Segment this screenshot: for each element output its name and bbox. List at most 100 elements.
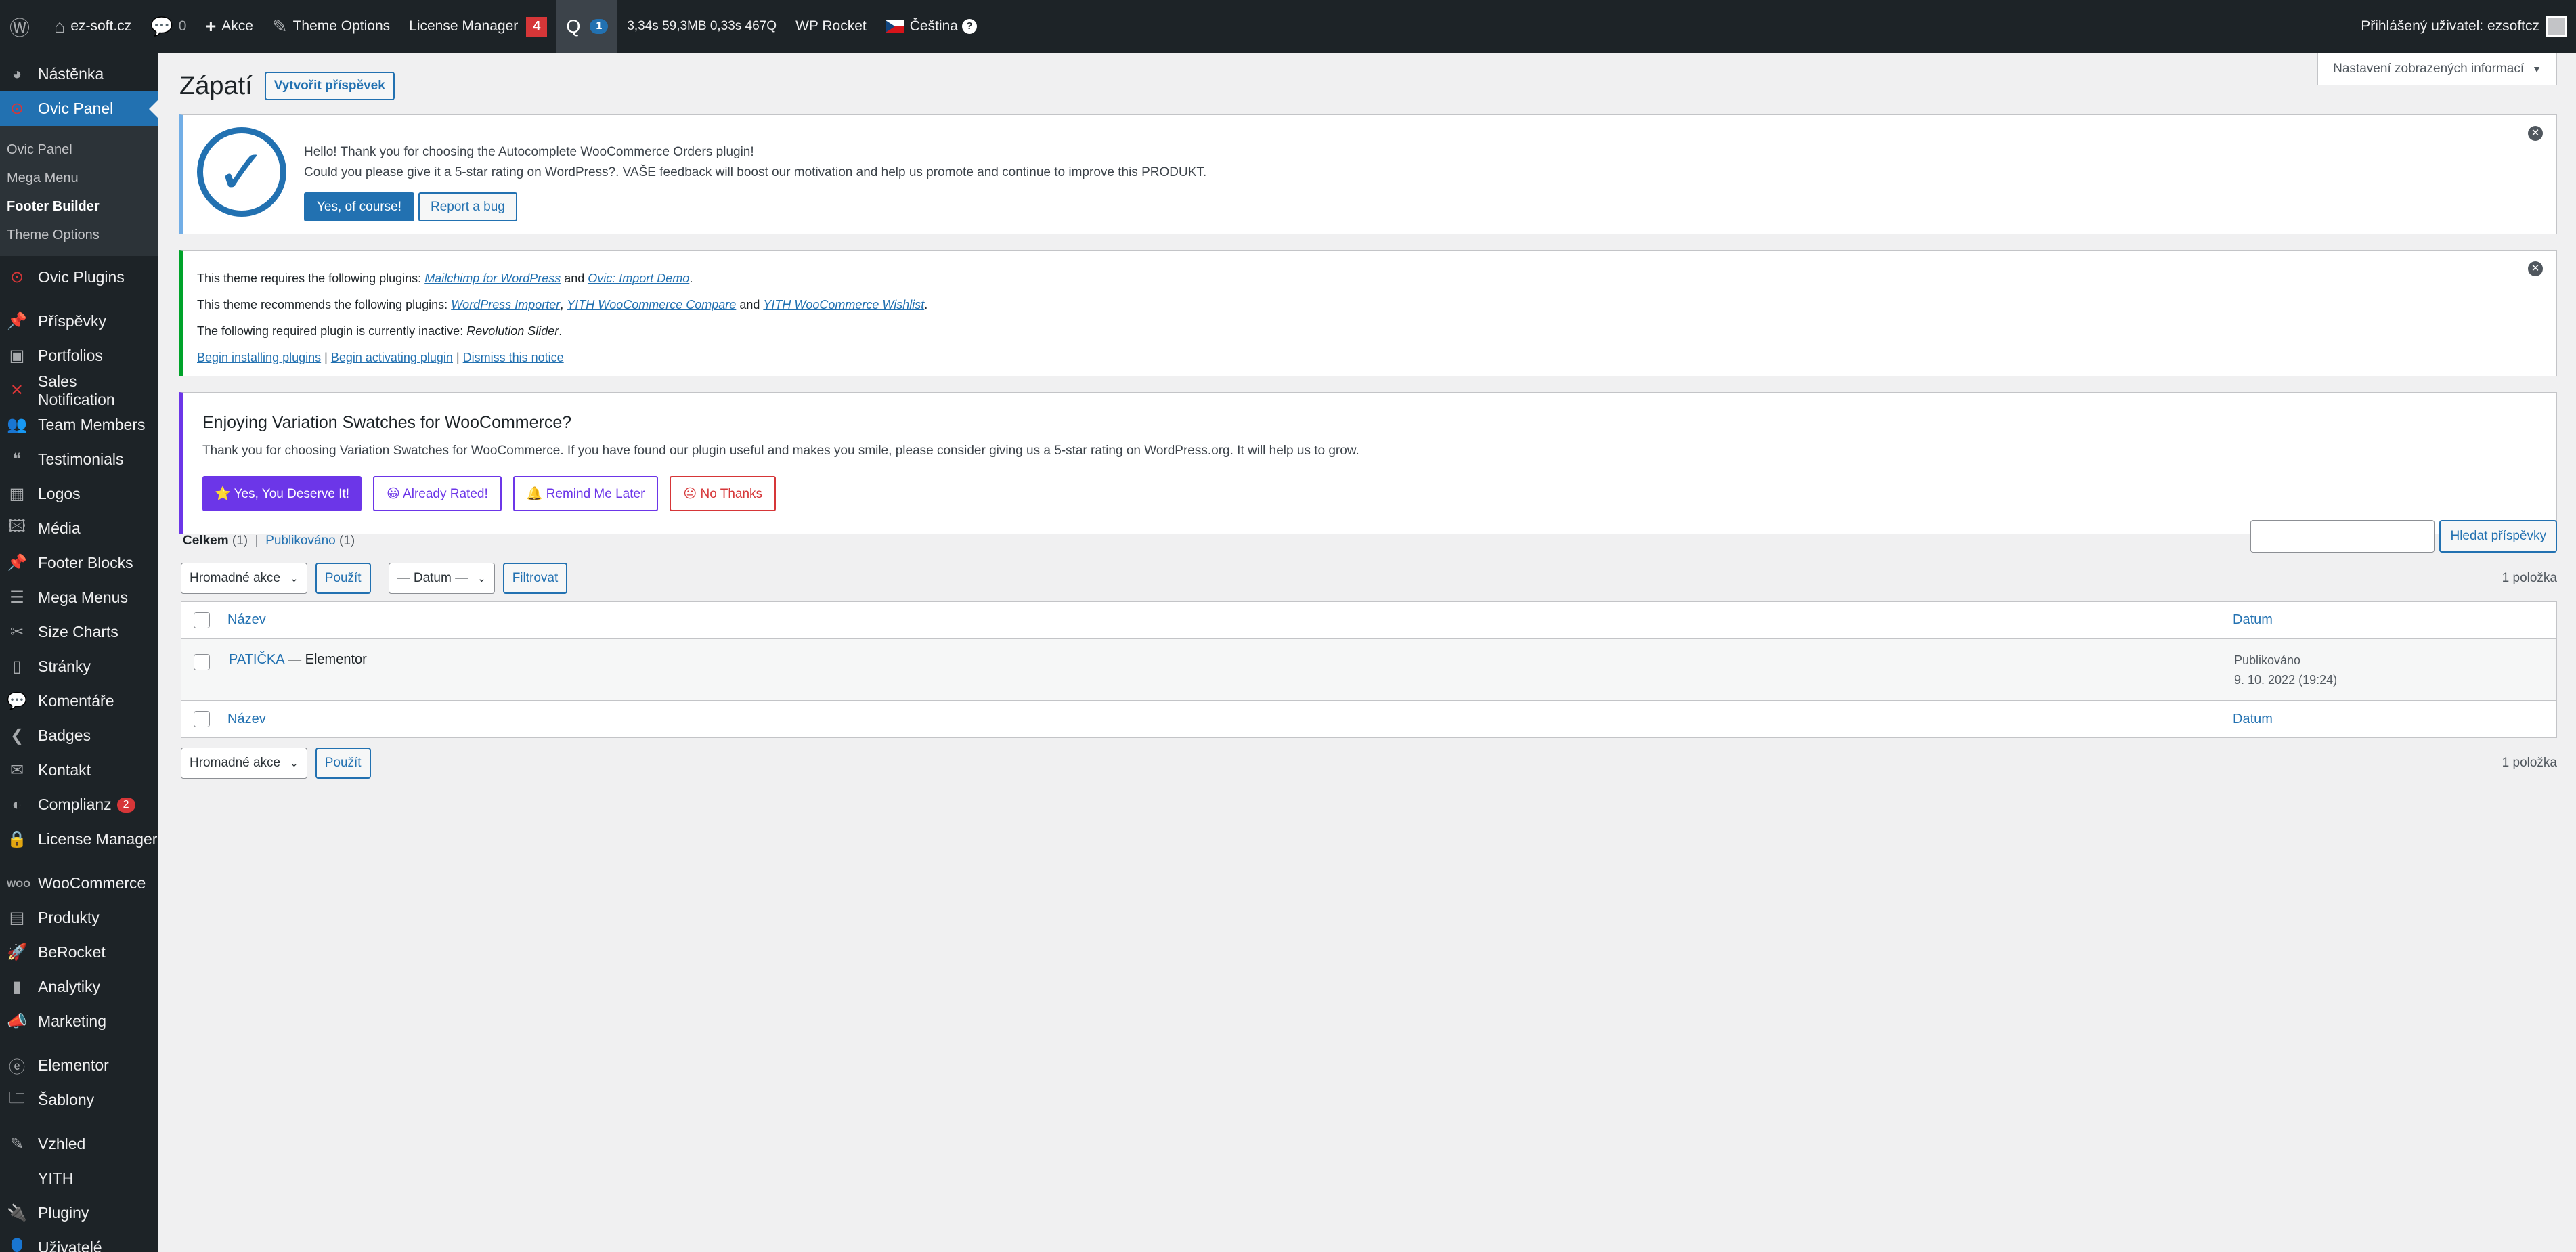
menu-posts[interactable]: 📌 Příspěvky — [0, 304, 158, 339]
my-account-menu[interactable]: Přihlášený uživatel: ezsoftcz — [2351, 0, 2576, 53]
menu-plugins[interactable]: 🔌 Pluginy — [0, 1196, 158, 1230]
already-rated-button[interactable]: 😀 Already Rated! — [373, 476, 502, 511]
mailchimp-link[interactable]: Mailchimp for WordPress — [424, 272, 561, 285]
menu-badges[interactable]: ❮ Badges — [0, 718, 158, 753]
column-title-footer[interactable]: Název — [227, 712, 266, 727]
variation-swatches-notice: Enjoying Variation Swatches for WooComme… — [179, 392, 2557, 534]
quote-icon: ❝ — [12, 450, 22, 469]
search-posts-button[interactable]: Hledat příspěvky — [2439, 520, 2557, 553]
menu-complianz[interactable]: ◐ Complianz 2 — [0, 787, 158, 822]
begin-activating-link[interactable]: Begin activating plugin — [331, 351, 453, 364]
no-thanks-button[interactable]: 😐 No Thanks — [670, 476, 777, 511]
wp-rocket-menu[interactable]: WP Rocket — [786, 0, 876, 53]
menu-label: Badges — [38, 727, 91, 744]
wordpress-importer-link[interactable]: WordPress Importer — [451, 298, 560, 311]
qm-stats-menu[interactable]: 3,34s 59,3MB 0,33s 467Q — [617, 0, 786, 53]
filter-published[interactable]: Publikováno — [265, 534, 336, 548]
menu-dashboard[interactable]: ◕ Nástěnka — [0, 57, 158, 91]
apply-bulk-button-bottom[interactable]: Použít — [315, 748, 371, 779]
menu-templates[interactable]: 🗀 Šablony — [0, 1083, 158, 1117]
site-name-menu[interactable]: ⌂ ez-soft.cz — [45, 0, 141, 53]
menu-comments[interactable]: 💬 Komentáře — [0, 684, 158, 718]
yith-wishlist-link[interactable]: YITH WooCommerce Wishlist — [763, 298, 924, 311]
select-all-checkbox[interactable] — [194, 711, 210, 727]
menu-ovic-panel[interactable]: ⊙ Ovic Panel — [0, 91, 158, 126]
report-bug-button[interactable]: Report a bug — [418, 192, 517, 221]
menu-elementor[interactable]: ⓔ Elementor — [0, 1048, 158, 1083]
submenu-footer-builder[interactable]: Footer Builder — [0, 192, 158, 221]
dismiss-notice-link[interactable]: Dismiss this notice — [463, 351, 564, 364]
ovic-import-demo-link[interactable]: Ovic: Import Demo — [588, 272, 689, 285]
submenu-mega-menu[interactable]: Mega Menu — [0, 164, 158, 192]
menu-woocommerce[interactable]: WOO WooCommerce — [0, 866, 158, 901]
close-icon[interactable]: ✕ — [2528, 261, 2543, 276]
search-input[interactable] — [2250, 520, 2435, 553]
portfolio-icon: ▣ — [9, 347, 25, 365]
comment-icon: 💬 — [150, 16, 173, 37]
theme-options-menu[interactable]: ✎ Theme Options — [263, 0, 399, 53]
menu-contact[interactable]: ✉ Kontakt — [0, 753, 158, 787]
bulk-actions-select[interactable]: Hromadné akce ⌄ — [181, 563, 307, 594]
yith-compare-link[interactable]: YITH WooCommerce Compare — [567, 298, 736, 311]
menu-size-charts[interactable]: ✂ Size Charts — [0, 615, 158, 649]
submenu-theme-options[interactable]: Theme Options — [0, 221, 158, 249]
column-date-footer[interactable]: Datum — [2233, 712, 2273, 727]
begin-installing-link[interactable]: Begin installing plugins — [197, 351, 321, 364]
menu-license-manager[interactable]: 🔒 License Manager — [0, 822, 158, 857]
menu-ovic-plugins[interactable]: ⊙ Ovic Plugins — [0, 260, 158, 295]
wordpress-logo-icon: Ⓦ — [9, 18, 30, 40]
menu-footer-blocks[interactable]: 📌 Footer Blocks — [0, 546, 158, 580]
post-title-link[interactable]: PATIČKA — [229, 652, 284, 667]
revolution-slider-text: Revolution Slider — [466, 324, 559, 338]
menu-label: Produkty — [38, 909, 100, 926]
table-row: PATIČKA — Elementor Publikováno 9. 10. 2… — [181, 639, 2556, 701]
menu-products[interactable]: ▤ Produkty — [0, 901, 158, 935]
filter-all[interactable]: Celkem — [183, 534, 229, 548]
date-filter-select[interactable]: — Datum — ⌄ — [388, 563, 495, 594]
autocomplete-rating-notice: ✓ Hello! Thank you for choosing the Auto… — [179, 114, 2557, 234]
menu-team-members[interactable]: 👥 Team Members — [0, 408, 158, 442]
menu-appearance[interactable]: ✎ Vzhled — [0, 1127, 158, 1161]
language-menu[interactable]: Čeština? — [876, 0, 986, 53]
tools-icon: ✂ — [9, 623, 24, 641]
menu-pages[interactable]: ▯ Stránky — [0, 649, 158, 684]
menu-yith[interactable]: YITH — [0, 1161, 158, 1196]
filter-button[interactable]: Filtrovat — [502, 563, 568, 594]
help-icon[interactable]: ? — [961, 19, 977, 34]
license-manager-menu[interactable]: License Manager 4 — [399, 0, 556, 53]
menu-users[interactable]: 👤 Uživatelé — [0, 1230, 158, 1252]
query-monitor-menu[interactable]: Q1 — [556, 0, 618, 53]
new-content-menu[interactable]: + Akce — [196, 0, 262, 53]
remind-later-button[interactable]: 🔔 Remind Me Later — [512, 476, 659, 511]
menu-label: Stránky — [38, 657, 91, 675]
new-content-label: Akce — [221, 18, 253, 34]
screen-options-toggle[interactable]: Nastavení zobrazených informací ▼ — [2317, 53, 2557, 85]
menu-label: License Manager — [38, 830, 158, 848]
bulk-actions-select-bottom[interactable]: Hromadné akce ⌄ — [181, 748, 307, 779]
rate-yes-button[interactable]: Yes, of course! — [304, 192, 414, 221]
wp-logo-menu[interactable]: Ⓦ — [0, 0, 45, 53]
sales-notification-icon: ✕ — [9, 381, 24, 400]
howdy-text: Přihlášený uživatel: ezsoftcz — [2361, 18, 2539, 34]
close-icon[interactable]: ✕ — [2528, 126, 2543, 141]
menu-portfolios[interactable]: ▣ Portfolios — [0, 339, 158, 373]
menu-analytics[interactable]: ▮ Analytiky — [0, 970, 158, 1004]
menu-marketing[interactable]: 📣 Marketing — [0, 1004, 158, 1039]
menu-berocket[interactable]: 🚀 BeRocket — [0, 935, 158, 970]
select-all-checkbox[interactable] — [194, 611, 210, 628]
you-deserve-it-button[interactable]: ⭐ Yes, You Deserve It! — [202, 476, 362, 511]
menu-media[interactable]: 🖾 Média — [0, 511, 158, 546]
row-checkbox[interactable] — [194, 654, 210, 670]
menu-logos[interactable]: ▦ Logos — [0, 477, 158, 511]
menu-sales-notification[interactable]: ✕ Sales Notification — [0, 372, 158, 408]
apply-bulk-button[interactable]: Použít — [315, 563, 371, 594]
ovic-icon: ⊙ — [9, 100, 24, 118]
column-date-header[interactable]: Datum — [2233, 612, 2273, 628]
comments-menu[interactable]: 💬 0 — [141, 0, 196, 53]
submenu-ovic-panel[interactable]: Ovic Panel — [0, 135, 158, 164]
menu-label: Mega Menus — [38, 588, 128, 606]
column-title-header[interactable]: Název — [227, 612, 266, 628]
menu-mega-menus[interactable]: ☰ Mega Menus — [0, 580, 158, 615]
menu-testimonials[interactable]: ❝ Testimonials — [0, 442, 158, 477]
add-new-post-button[interactable]: Vytvořit příspěvek — [264, 72, 395, 100]
